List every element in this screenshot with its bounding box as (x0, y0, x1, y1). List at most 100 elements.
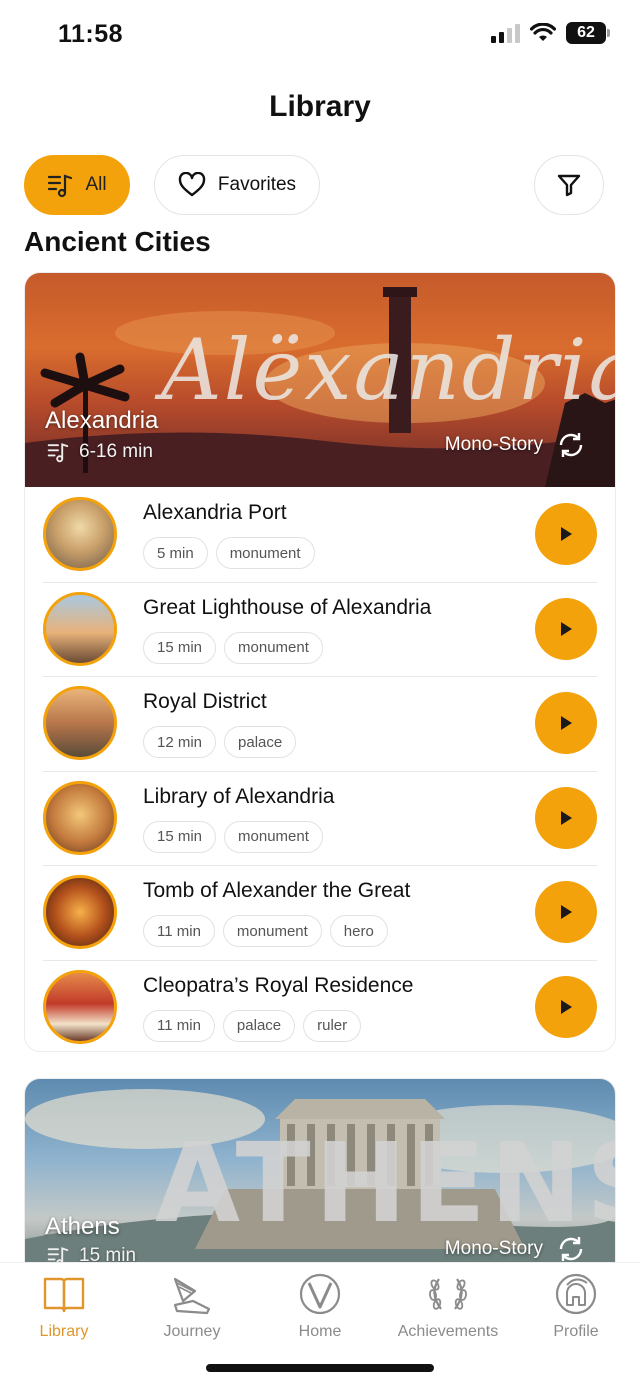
tab-label: Achievements (397, 1323, 499, 1340)
page-title: Library (269, 90, 371, 123)
story-type: Mono-Story (445, 1233, 587, 1265)
play-icon (561, 810, 572, 825)
list-item[interactable]: Royal District 12 min palace (25, 676, 615, 771)
tab-label: Profile (553, 1323, 599, 1340)
tab-profile[interactable]: Profile (512, 1271, 640, 1341)
funnel-icon (557, 174, 581, 197)
story-type: Mono-Story (445, 429, 587, 461)
story-title: Cleopatra’s Royal Residence (143, 973, 414, 997)
story-title: Library of Alexandria (143, 784, 335, 808)
story-thumbnail (43, 780, 117, 855)
list-item[interactable]: Library of Alexandria 15 min monument (25, 770, 615, 866)
list-item[interactable]: Tomb of Alexander the Great 11 min monum… (25, 865, 615, 960)
story-title: Tomb of Alexander the Great (143, 879, 411, 902)
play-icon (561, 621, 572, 636)
winged-sandal-icon (173, 1277, 211, 1315)
filter-chip-all[interactable]: All (24, 155, 130, 215)
section-title: Ancient Cities (24, 226, 211, 257)
tab-label: Library (39, 1323, 89, 1340)
story-thumbnail (43, 969, 117, 1044)
story-thumbnail (43, 497, 117, 571)
city-duration-text: 6-16 min (79, 441, 153, 462)
story-tags: 11 min monument hero (143, 915, 388, 947)
story-title: Great Lighthouse of Alexandria (143, 595, 432, 619)
list-item[interactable]: Great Lighthouse of Alexandria 15 min mo… (25, 581, 615, 677)
filter-chip-label: All (85, 174, 107, 195)
play-button[interactable] (535, 786, 597, 849)
filter-button[interactable] (534, 155, 604, 215)
story-type-label: Mono-Story (444, 434, 543, 455)
tag: monument (224, 820, 323, 853)
tab-label: Journey (163, 1323, 221, 1340)
play-icon (561, 999, 572, 1014)
tag: monument (215, 537, 315, 569)
tag: monument (222, 915, 322, 947)
laurel-wreath-icon (429, 1278, 467, 1310)
music-list-icon (47, 443, 69, 463)
tag: 12 min (143, 726, 217, 758)
tab-label: Home (298, 1323, 342, 1340)
city-duration: 6-16 min (47, 441, 153, 463)
home-indicator (206, 1364, 434, 1372)
play-button[interactable] (535, 597, 597, 660)
story-thumbnail (43, 686, 117, 760)
spartan-helmet-icon (555, 1273, 597, 1315)
city-name: Alexandria (45, 407, 159, 434)
tag: monument (224, 631, 323, 664)
story-title: Alexandria Port (143, 501, 287, 524)
tab-home[interactable]: Home (256, 1271, 384, 1341)
story-tags: 11 min palace ruler (143, 1009, 362, 1042)
story-tags: 5 min monument (143, 537, 315, 569)
story-tags: 15 min monument (143, 820, 323, 853)
story-tags: 12 min palace (143, 726, 297, 758)
play-icon (561, 905, 572, 919)
play-button[interactable] (535, 503, 597, 565)
tag: 11 min (143, 1009, 215, 1042)
tag: 15 min (143, 631, 217, 664)
refresh-icon (559, 433, 583, 457)
play-button[interactable] (535, 692, 597, 754)
heart-icon (178, 172, 206, 197)
status-bar: 11:58 62 (0, 0, 640, 70)
tag: 11 min (143, 915, 215, 947)
filter-row: All Favorites (24, 155, 604, 215)
battery-icon: 62 (566, 22, 610, 44)
play-icon (561, 527, 572, 541)
book-icon (43, 1277, 85, 1313)
refresh-icon (559, 1237, 583, 1261)
list-item[interactable]: Cleopatra’s Royal Residence 11 min palac… (25, 959, 615, 1052)
tab-library[interactable]: Library (0, 1271, 128, 1341)
city-name: Athens (45, 1213, 120, 1240)
story-list: Alexandria Port 5 min monument Great Lig… (25, 487, 615, 1052)
banner-title-art: ATHENS (155, 1119, 615, 1247)
story-title: Royal District (143, 690, 267, 713)
tag: hero (329, 915, 388, 947)
filter-chip-favorites[interactable]: Favorites (154, 155, 320, 215)
tag: 15 min (143, 820, 217, 853)
status-icons: 62 (491, 22, 610, 44)
play-icon (561, 716, 572, 730)
story-tags: 15 min monument (143, 631, 323, 664)
play-button[interactable] (535, 881, 597, 943)
tag: ruler (303, 1009, 362, 1042)
music-list-icon (48, 174, 73, 198)
tab-journey[interactable]: Journey (128, 1271, 256, 1341)
tag: palace (222, 1009, 296, 1042)
v-logo-icon (299, 1273, 341, 1315)
story-thumbnail (43, 875, 117, 949)
status-time: 11:58 (58, 20, 124, 48)
wifi-icon (530, 23, 556, 41)
city-card-alexandria: Alëxandria Alexandria 6-16 min Mono-Stor… (24, 272, 616, 1052)
tag: palace (224, 726, 297, 758)
filter-chip-label: Favorites (217, 174, 297, 195)
cellular-signal-icon (491, 23, 520, 43)
city-banner[interactable]: Alëxandria Alexandria 6-16 min Mono-Stor… (25, 273, 615, 487)
story-type-label: Mono-Story (444, 1238, 543, 1259)
tab-achievements[interactable]: Achievements (384, 1271, 512, 1341)
story-thumbnail (43, 591, 117, 666)
play-button[interactable] (535, 975, 597, 1038)
banner-title-art: Alëxandria (161, 321, 615, 419)
list-item[interactable]: Alexandria Port 5 min monument (25, 487, 615, 582)
tag: 5 min (143, 537, 208, 569)
city-banner[interactable]: ATHENS Athens 15 min Mono-Story (25, 1079, 615, 1279)
